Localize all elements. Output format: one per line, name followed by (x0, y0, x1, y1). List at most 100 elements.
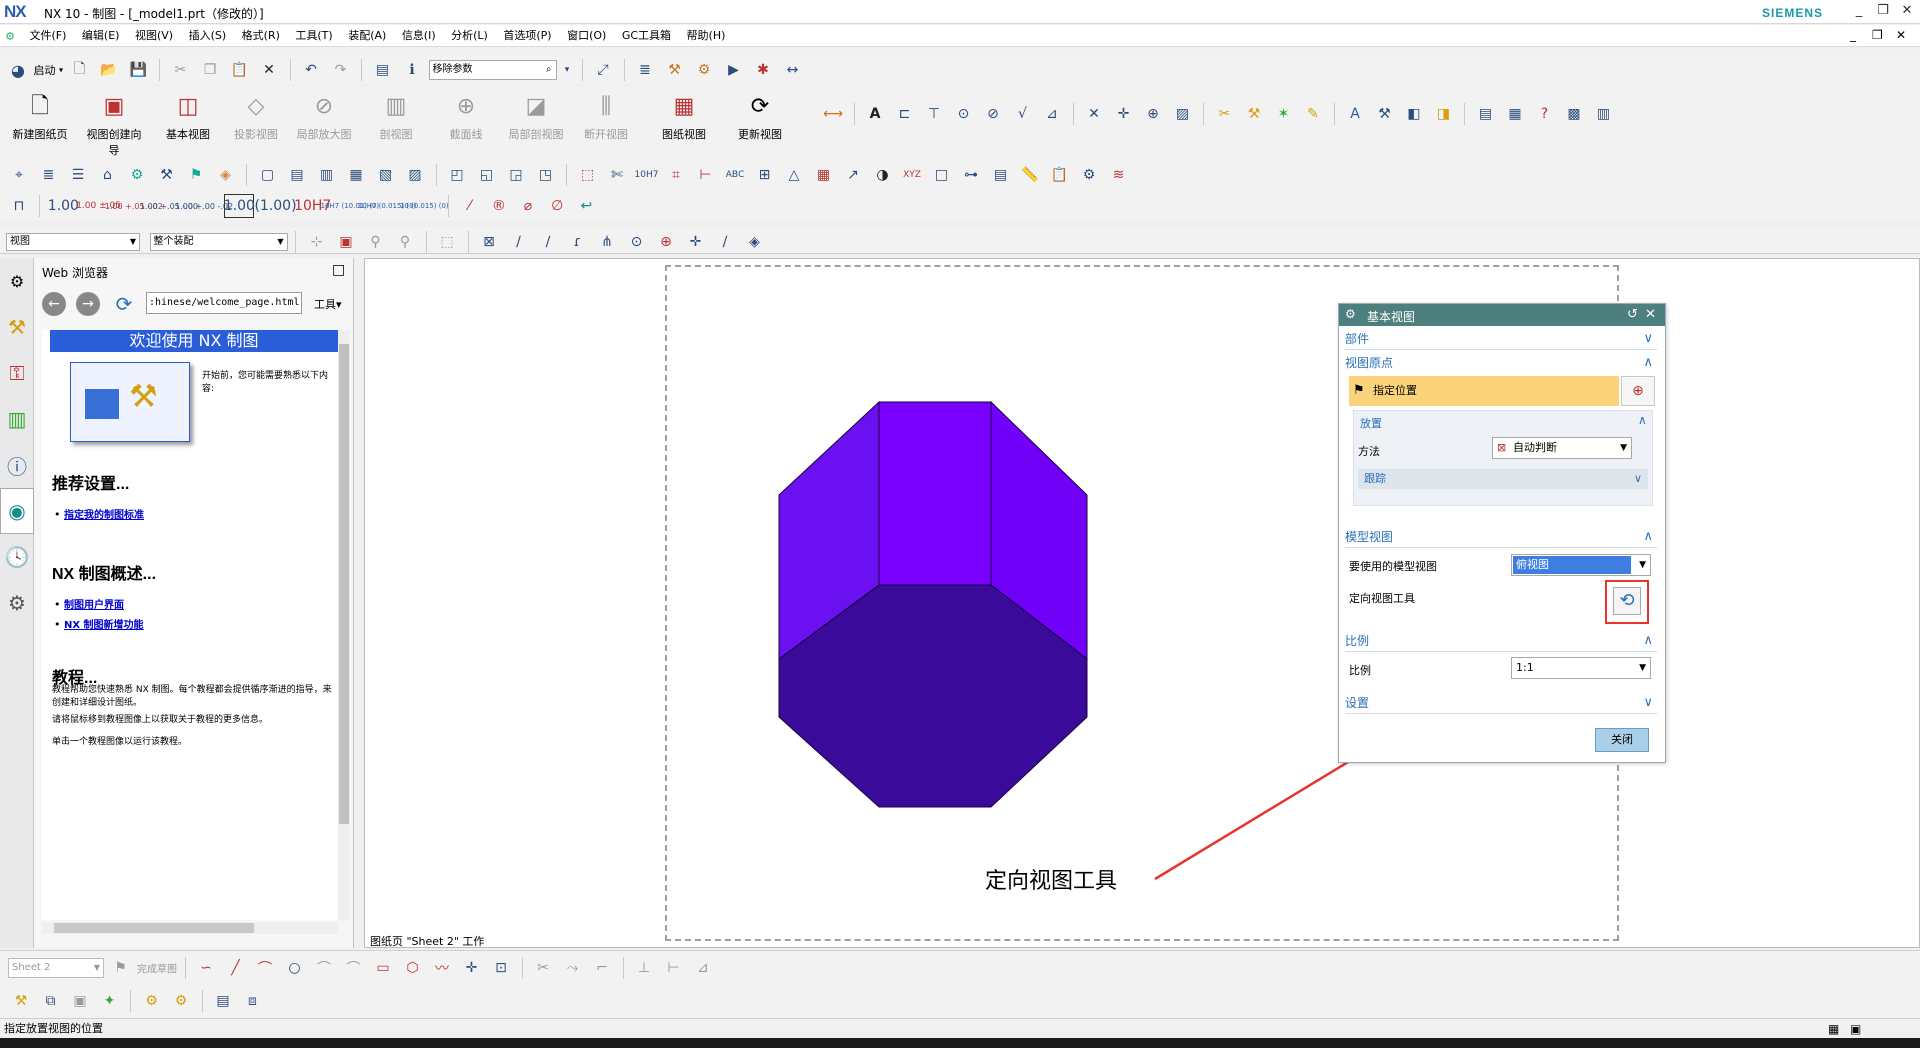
rectangle-icon[interactable]: ▭ (371, 956, 395, 980)
snap-any-icon[interactable]: ⊠ (477, 230, 501, 254)
chamfer-icon[interactable]: ⌒ (342, 956, 366, 980)
snap-mid-icon[interactable]: ∕ (536, 230, 560, 254)
assembly-navigator-icon[interactable]: ⚿ (0, 350, 34, 396)
section-scale[interactable]: 比例 ∧ (1345, 630, 1657, 652)
snap-intersect-icon[interactable]: ⋔ (595, 230, 619, 254)
arrow-icon[interactable]: ↗ (841, 163, 865, 187)
menu-assemblies[interactable]: 装配(A) (342, 25, 392, 47)
half-circle-icon[interactable]: ◑ (871, 163, 895, 187)
snap-center-icon[interactable]: ⊙ (625, 230, 649, 254)
assembly-tool-icon[interactable]: ⚙ (125, 163, 149, 187)
sheet-4-icon[interactable]: ▦ (344, 163, 368, 187)
block-icon[interactable]: ⧉ (39, 989, 63, 1013)
xyz-icon[interactable]: XYZ (900, 163, 924, 187)
snap-on-curve-icon[interactable]: ∕ (713, 230, 737, 254)
line-icon[interactable]: ╱ (224, 956, 248, 980)
menu-help[interactable]: 帮助(H) (681, 25, 732, 47)
standard-link[interactable]: 指定我的制图标准 (64, 510, 144, 521)
origin-icon[interactable]: ⌖ (7, 163, 31, 187)
feature-control-icon[interactable]: ⊏ (893, 102, 917, 126)
dimension-icon[interactable]: ⟷ (821, 102, 845, 126)
doc-restore-button[interactable]: ❐ (1872, 28, 1883, 42)
menu-edit[interactable]: 编辑(E) (76, 25, 126, 47)
spline-icon[interactable]: 〰 (430, 956, 454, 980)
forward-icon[interactable]: → (76, 292, 100, 316)
sheet-select[interactable]: Sheet 2 ▼ (8, 958, 104, 978)
extend-icon[interactable]: ⤳ (561, 956, 585, 980)
sheet-6-icon[interactable]: ▨ (403, 163, 427, 187)
note-icon[interactable]: A (863, 102, 887, 126)
snap-end-icon[interactable]: ∕ (507, 230, 531, 254)
text-style-icon[interactable]: A (1343, 102, 1367, 126)
web-scrollbar-horizontal[interactable] (42, 922, 338, 934)
history-icon[interactable]: 🕓 (0, 534, 34, 580)
return-icon[interactable]: ↩ (574, 194, 598, 218)
info-window-icon[interactable]: ℹ (400, 58, 424, 82)
frame-tool-icon[interactable]: ▣ (68, 989, 92, 1013)
dimension-sketch-icon[interactable]: ⊢ (662, 956, 686, 980)
maximize-panel-icon[interactable]: □ (332, 262, 345, 278)
new-features-link[interactable]: NX 制图新增功能 (64, 620, 144, 631)
play-icon[interactable]: ▶ (722, 58, 746, 82)
prism-front-face[interactable] (878, 401, 992, 586)
box-icon[interactable]: ◧ (1402, 102, 1426, 126)
triangle-icon[interactable]: △ (782, 163, 806, 187)
ruler-icon[interactable]: 📏 (1018, 163, 1042, 187)
layer-icon[interactable]: ≣ (633, 58, 657, 82)
fillet-icon[interactable]: ⌒ (312, 956, 336, 980)
weld-symbol-icon[interactable]: ⊿ (1040, 102, 1064, 126)
command-finder-input[interactable]: 移除参数 ⌕ (428, 60, 557, 80)
point-icon[interactable]: ✛ (460, 956, 484, 980)
dimension-line-icon[interactable]: ⊢ (694, 163, 718, 187)
close-icon[interactable]: ✕ (1645, 307, 1656, 322)
track-row[interactable]: 跟踪 ∨ (1358, 469, 1648, 489)
ui-link[interactable]: 制图用户界面 (64, 600, 124, 611)
parts-list-icon[interactable]: ▦ (1503, 102, 1527, 126)
zone-icon[interactable]: ◲ (504, 163, 528, 187)
section-view-button[interactable]: ▥ 剖视图 (364, 86, 428, 166)
snap-quadrant-icon[interactable]: ⊕ (654, 230, 678, 254)
tools-menu[interactable]: 工具▾ (314, 296, 342, 312)
sheet-5-icon[interactable]: ▧ (374, 163, 398, 187)
finish-sketch-label[interactable]: 完成草图 (137, 965, 177, 976)
select-icon-4[interactable]: ⚲ (393, 230, 417, 254)
detail-view-button[interactable]: ⊘ 局部放大图 (292, 86, 356, 166)
menu-analysis[interactable]: 分析(L) (445, 25, 494, 47)
start-dropdown-icon[interactable]: ▾ (59, 66, 63, 75)
dialog-title-bar[interactable]: ⚙ 基本视图 ↺ ✕ (1339, 304, 1665, 326)
hammer-icon[interactable]: ⚒ (1242, 102, 1266, 126)
scissors-icon[interactable]: ✄ (605, 163, 629, 187)
slash-icon[interactable]: ⁄ (458, 194, 482, 218)
cut-icon[interactable]: ✂ (169, 58, 193, 82)
dashed-box-icon[interactable]: ⬚ (576, 163, 600, 187)
snap-bounded-icon[interactable]: ◈ (743, 230, 767, 254)
arc-icon[interactable]: ⌒ (253, 956, 277, 980)
layers-icon[interactable]: ≣ (37, 163, 61, 187)
surface-finish-icon[interactable]: √ (1011, 102, 1035, 126)
projected-view-button[interactable]: ◇ 投影视图 (224, 86, 288, 166)
grid-x-icon[interactable]: ⊞ (753, 163, 777, 187)
symmetric-icon[interactable]: ✛ (1112, 102, 1136, 126)
minimize-button[interactable]: _ (1848, 3, 1870, 21)
redo-icon[interactable]: ↷ (329, 58, 353, 82)
stack-tool-icon[interactable]: ▤ (211, 989, 235, 1013)
undo-icon[interactable]: ↶ (299, 58, 323, 82)
doc-close-button[interactable]: ✕ (1896, 28, 1906, 42)
restore-button[interactable]: ❐ (1872, 3, 1894, 21)
select-icon-1[interactable]: ⊹ (305, 230, 329, 254)
wrench-icon[interactable]: ⚒ (9, 989, 33, 1013)
clipboard-icon[interactable]: 📋 (1048, 163, 1072, 187)
tol-limits[interactable]: 10 (0.015) (0) (400, 194, 449, 218)
web-browser-icon[interactable]: ◉ (0, 488, 34, 534)
circle-icon[interactable]: ○ (283, 956, 307, 980)
web-scroll-thumb[interactable] (339, 344, 349, 824)
scale-select[interactable]: 1:1 ▼ (1511, 657, 1651, 679)
start-icon[interactable]: ◕ (7, 58, 29, 82)
copy-icon[interactable]: ❐ (198, 58, 222, 82)
menu-preferences[interactable]: 首选项(P) (497, 25, 557, 47)
datum-icon[interactable]: ⊤ (922, 102, 946, 126)
table-icon[interactable]: ▤ (1474, 102, 1498, 126)
target-point-icon[interactable]: ⊙ (952, 102, 976, 126)
tol-none[interactable]: 1.00 (48, 194, 79, 218)
assembly-icon[interactable]: ⚙ (692, 58, 716, 82)
